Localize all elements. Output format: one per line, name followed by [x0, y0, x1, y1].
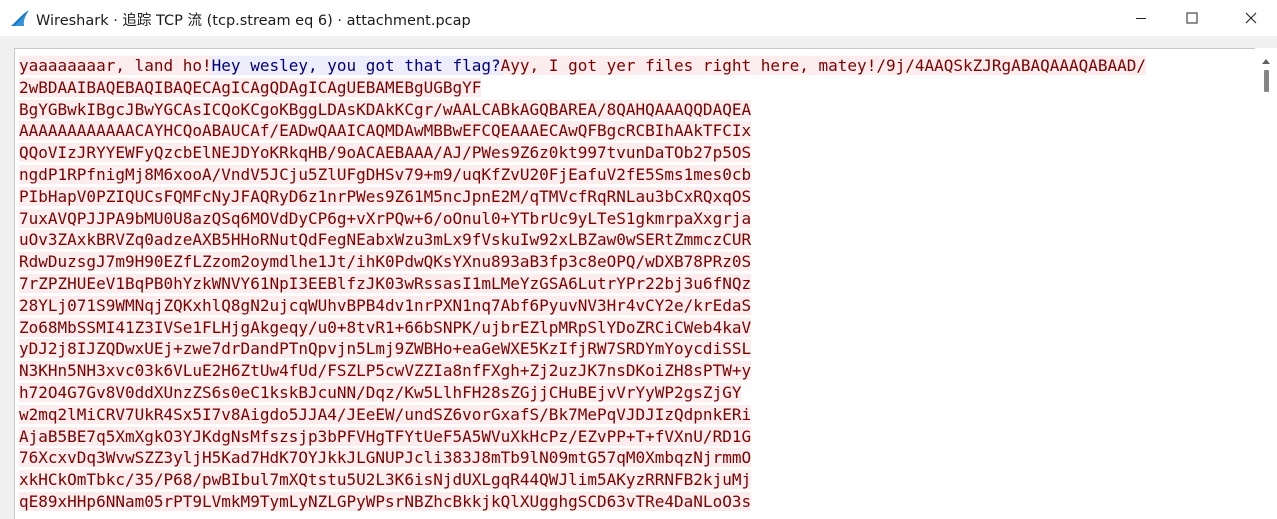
- client-payload-text: AjaB5BE7q5XmXgkO3YJKdgNsMfszsjp3bPFVHgTF…: [19, 426, 752, 446]
- stream-line: BgYGBwkIBgcJBwYGCAsICQoKCgoKBggLDAsKDAkK…: [19, 99, 1249, 121]
- client-payload-text: QQoVIzJRYYEWFyQzcbElNEJDYoKRkqHB/9oACAEB…: [19, 143, 752, 163]
- client-payload-text: xkHCkOmTbkc/35/P68/pwBIbul7mXQtstu5U2L3K…: [19, 470, 752, 490]
- maximize-icon: [1186, 12, 1198, 24]
- wireshark-fin-icon: [10, 9, 30, 27]
- stream-line: AjaB5BE7q5XmXgkO3YJKdgNsMfszsjp3bPFVHgTF…: [19, 426, 1249, 448]
- scroll-up-button[interactable]: [1255, 52, 1277, 70]
- client-payload-text: N3KHn5NH3xvc03k6VLuE2H6ZtUw4fUd/FSZLP5cw…: [19, 361, 752, 381]
- stream-line: h72O4G7Gv8V0ddXUnzZS6s0eC1kskBJcuNN/Dqz/…: [19, 382, 1249, 404]
- client-payload-text: RdwDuzsgJ7m9H90EZfLZzom2oymdlhe1Jt/ihK0P…: [19, 252, 752, 272]
- stream-text-area[interactable]: yaaaaaaaar, land ho!Hey wesley, you got …: [14, 48, 1277, 519]
- vertical-scrollbar[interactable]: [1255, 48, 1277, 519]
- window-title: Wireshark · 追踪 TCP 流 (tcp.stream eq 6) ·…: [36, 13, 471, 29]
- stream-line: 7rZPZHUEeV1BqPB0hYzkWNVY61NpI3EEBlfzJK03…: [19, 273, 1249, 295]
- client-payload-text: 28YLj071S9WMNqjZQKxhlQ8gN2ujcqWUhvBPB4dv…: [19, 295, 752, 315]
- client-payload-text: ngdP1RPfnigMj8M6xooA/VndV5JCju5ZlUFgDHSv…: [19, 164, 752, 184]
- client-payload-text: yaaaaaaaar, land ho!: [19, 56, 212, 75]
- client-payload-text: w2mq2lMiCRV7UkR4Sx5I7v8Aigdo5JJA4/JEeEW/…: [19, 404, 752, 424]
- client-payload-text: 7uxAVQPJJPA9bMU0U8azQSq6MOVdDyCP6g+vXrPQ…: [19, 208, 752, 228]
- stream-line: xkHCkOmTbkc/35/P68/pwBIbul7mXQtstu5U2L3K…: [19, 469, 1249, 491]
- stream-line: 7uxAVQPJJPA9bMU0U8azQSq6MOVdDyCP6g+vXrPQ…: [19, 208, 1249, 230]
- client-payload-text: uOv3ZAxkBRVZq0adzeAXB5HHoRNutQdFegNEabxW…: [19, 230, 752, 250]
- stream-line: ngdP1RPfnigMj8M6xooA/VndV5JCju5ZlUFgDHSv…: [19, 164, 1249, 186]
- stream-line: Zo68MbSSMI41Z3IVSe1FLHjgAkgeqy/u0+8tvR1+…: [19, 317, 1249, 339]
- stream-line: 76XcxvDq3WvwSZZ3yljH5Kad7HdK7OYJkkJLGNUP…: [19, 447, 1249, 469]
- stream-line: yaaaaaaaar, land ho!Hey wesley, you got …: [19, 55, 1249, 77]
- close-button[interactable]: [1225, 0, 1277, 36]
- client-payload-text: AAAAAAAAAAAACAYHCQoABAUCAf/EADwQAAICAQMD…: [19, 121, 752, 141]
- stream-line: w2mq2lMiCRV7UkR4Sx5I7v8Aigdo5JJA4/JEeEW/…: [19, 404, 1249, 426]
- scroll-up-arrow-icon: [1262, 58, 1270, 64]
- minimize-icon: [1136, 18, 1146, 19]
- window-titlebar: Wireshark · 追踪 TCP 流 (tcp.stream eq 6) ·…: [0, 0, 1277, 36]
- stream-line: N3KHn5NH3xvc03k6VLuE2H6ZtUw4fUd/FSZLP5cw…: [19, 360, 1249, 382]
- client-payload-text: 76XcxvDq3WvwSZZ3yljH5Kad7HdK7OYJkkJLGNUP…: [19, 448, 752, 468]
- stream-line: PIbHapV0PZIQUCsFQMFcNyJFAQRyD6z1nrPWes9Z…: [19, 186, 1249, 208]
- stream-line: RdwDuzsgJ7m9H90EZfLZzom2oymdlhe1Jt/ihK0P…: [19, 251, 1249, 273]
- stream-line: yDJ2j8IJZQDwxUEj+zwe7drDandPTnQpvjn5Lmj9…: [19, 338, 1249, 360]
- stream-line: 28YLj071S9WMNqjZQKxhlQ8gN2ujcqWUhvBPB4dv…: [19, 295, 1249, 317]
- client-payload-text: PIbHapV0PZIQUCsFQMFcNyJFAQRyD6z1nrPWes9Z…: [19, 186, 752, 206]
- stream-line: qE89xHHp6NNam05rPT9LVmkM9TymLyNZLGPyWPsr…: [19, 491, 1249, 513]
- client-payload-text: Ayy, I got yer files right here, matey!/…: [500, 56, 1147, 75]
- maximize-button[interactable]: [1166, 0, 1218, 36]
- server-payload-text: Hey wesley, you got that flag?: [211, 56, 501, 75]
- client-payload-text: 7rZPZHUEeV1BqPB0hYzkWNVY61NpI3EEBlfzJK03…: [19, 273, 752, 293]
- client-payload-text: Zo68MbSSMI41Z3IVSe1FLHjgAkgeqy/u0+8tvR1+…: [19, 317, 752, 337]
- client-payload-text: h72O4G7Gv8V0ddXUnzZS6s0eC1kskBJcuNN/Dqz/…: [19, 382, 742, 402]
- minimize-button[interactable]: [1115, 0, 1167, 36]
- client-payload-text: qE89xHHp6NNam05rPT9LVmkM9TymLyNZLGPyWPsr…: [19, 491, 752, 511]
- client-payload-text: yDJ2j8IJZQDwxUEj+zwe7drDandPTnQpvjn5Lmj9…: [19, 339, 752, 359]
- client-payload-text: BgYGBwkIBgcJBwYGCAsICQoKCgoKBggLDAsKDAkK…: [19, 99, 752, 119]
- stream-line: QQoVIzJRYYEWFyQzcbElNEJDYoKRkqHB/9oACAEB…: [19, 142, 1249, 164]
- client-payload-text: 2wBDAAIBAQEBAQIBAQECAgICAgQDAgICAgUEBAME…: [19, 77, 482, 97]
- stream-line: uOv3ZAxkBRVZq0adzeAXB5HHoRNutQdFegNEabxW…: [19, 229, 1249, 251]
- scrollbar-thumb[interactable]: [1264, 70, 1269, 92]
- stream-line: 2wBDAAIBAQEBAQIBAQECAgICAgQDAgICAgUEBAME…: [19, 77, 1249, 99]
- close-icon: [1245, 12, 1257, 24]
- stream-line: AAAAAAAAAAAACAYHCQoABAUCAf/EADwQAAICAQMD…: [19, 120, 1249, 142]
- follow-stream-content: yaaaaaaaar, land ho!Hey wesley, you got …: [0, 36, 1277, 519]
- stream-content[interactable]: yaaaaaaaar, land ho!Hey wesley, you got …: [19, 55, 1249, 513]
